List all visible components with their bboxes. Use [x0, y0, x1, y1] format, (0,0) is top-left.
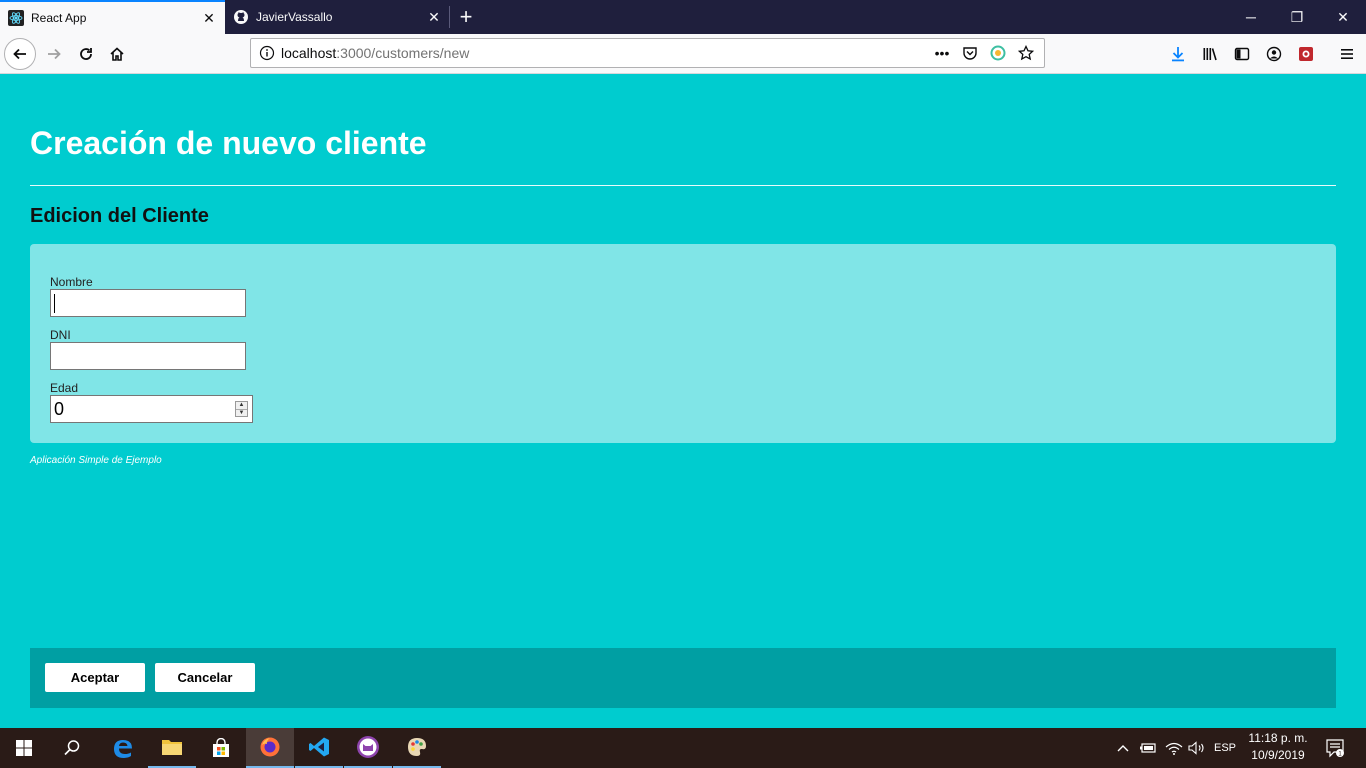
page-actions-icon[interactable]: •••: [928, 39, 956, 67]
hamburger-menu-icon: [1341, 49, 1353, 59]
close-tab-icon[interactable]: ✕: [422, 5, 446, 29]
url-path: :3000/customers/new: [336, 45, 470, 61]
page-title: Creación de nuevo cliente: [30, 125, 427, 161]
minimize-button[interactable]: ─: [1228, 0, 1274, 34]
notification-center-icon: 1: [1326, 739, 1344, 758]
info-icon[interactable]: [253, 45, 281, 61]
url-host: localhost: [281, 45, 337, 61]
dni-input[interactable]: [50, 342, 246, 370]
sidebar-button[interactable]: [1226, 38, 1258, 70]
search-icon: [64, 740, 80, 756]
spinner-up-icon[interactable]: ▲: [236, 402, 247, 410]
back-button[interactable]: [4, 38, 36, 70]
downloads-button[interactable]: [1162, 38, 1194, 70]
customer-form: Nombre DNI Edad 0 ▲ ▼: [30, 244, 1336, 443]
reload-icon: [80, 48, 92, 60]
age-label: Edad: [50, 381, 79, 395]
show-hidden-icons-chevron-up-icon[interactable]: [1114, 728, 1132, 768]
language-indicator[interactable]: ESP: [1211, 728, 1239, 768]
spinner-down-icon[interactable]: ▼: [236, 410, 247, 417]
tab-separator: [449, 6, 450, 28]
browser-navigation-bar: localhost:3000/customers/new •••: [0, 34, 1366, 74]
gitkraken-app[interactable]: [344, 728, 392, 768]
page-content: Creación de nuevo cliente Edicion del Cl…: [0, 75, 1366, 728]
sidebar-icon: [1234, 47, 1250, 61]
cancel-button[interactable]: Cancelar: [155, 663, 255, 692]
battery-icon[interactable]: [1136, 728, 1160, 768]
clock-time: 11:18 p. m.: [1248, 731, 1308, 745]
arrow-left-icon: [13, 48, 26, 60]
start-button[interactable]: [0, 728, 48, 768]
age-value: 0: [54, 398, 65, 419]
age-spinner[interactable]: ▲ ▼: [235, 401, 248, 417]
windows-logo-icon: [16, 740, 32, 756]
download-icon: [1172, 47, 1184, 62]
library-icon: [1203, 48, 1217, 61]
text-caret: [54, 294, 55, 313]
dni-label: DNI: [50, 328, 71, 342]
library-button[interactable]: [1194, 38, 1226, 70]
reload-button[interactable]: [70, 38, 102, 70]
cat-icon: [357, 736, 379, 758]
home-button[interactable]: [101, 38, 133, 70]
name-label: Nombre: [50, 275, 93, 289]
clock-date: 10/9/2019: [1251, 748, 1305, 762]
title-divider: [30, 185, 1336, 186]
paint-palette-icon: [408, 738, 426, 756]
addon-icon: [1299, 47, 1313, 61]
accept-button[interactable]: Aceptar: [45, 663, 145, 692]
firefox-icon: [260, 737, 280, 757]
paint-app[interactable]: [393, 728, 441, 768]
bookmark-star-icon[interactable]: [1012, 39, 1040, 67]
action-bar: Aceptar Cancelar: [30, 648, 1336, 708]
account-icon: [1266, 46, 1282, 62]
github-icon: [233, 9, 249, 25]
edge-app[interactable]: [99, 728, 147, 768]
name-input[interactable]: [50, 289, 246, 317]
pocket-icon[interactable]: [956, 39, 984, 67]
vscode-icon: [309, 737, 329, 757]
file-explorer-app[interactable]: [148, 728, 196, 768]
firefox-app[interactable]: [246, 728, 294, 768]
taskbar-clock[interactable]: 11:18 p. m. 10/9/2019: [1240, 730, 1316, 764]
store-icon: [213, 738, 229, 757]
vscode-app[interactable]: [295, 728, 343, 768]
wifi-icon[interactable]: [1162, 728, 1186, 768]
folder-icon: [162, 740, 182, 755]
close-tab-icon[interactable]: ✕: [197, 6, 221, 30]
extension-icon[interactable]: [984, 39, 1012, 67]
forward-button[interactable]: [38, 38, 70, 70]
close-window-button[interactable]: ✕: [1320, 0, 1366, 34]
tab-javiervassallo[interactable]: JavierVassallo ✕: [225, 0, 450, 34]
addon-button[interactable]: [1290, 38, 1322, 70]
volume-icon[interactable]: [1185, 728, 1209, 768]
menu-button[interactable]: [1331, 38, 1363, 70]
url-text: localhost:3000/customers/new: [281, 45, 469, 61]
notifications-button[interactable]: 1: [1320, 728, 1350, 768]
section-subtitle: Edicion del Cliente: [30, 205, 209, 227]
tab-label: React App: [31, 11, 87, 25]
address-bar[interactable]: localhost:3000/customers/new •••: [250, 38, 1045, 68]
age-input[interactable]: 0 ▲ ▼: [50, 395, 253, 423]
store-app[interactable]: [197, 728, 245, 768]
account-button[interactable]: [1258, 38, 1290, 70]
tab-react-app[interactable]: React App ✕: [0, 0, 225, 34]
windows-taskbar: ESP 11:18 p. m. 10/9/2019 1: [0, 728, 1366, 768]
tab-label: JavierVassallo: [256, 10, 333, 24]
react-icon: [8, 10, 24, 26]
home-icon: [110, 47, 124, 61]
new-tab-button[interactable]: +: [454, 4, 478, 29]
browser-tab-bar: React App ✕ JavierVassallo ✕ + ─ ❐ ✕: [0, 0, 1366, 34]
edge-icon: [114, 740, 132, 758]
restore-button[interactable]: ❐: [1274, 0, 1320, 34]
search-button[interactable]: [48, 728, 96, 768]
footer-note: Aplicación Simple de Ejemplo: [30, 455, 162, 466]
arrow-right-icon: [48, 48, 61, 60]
